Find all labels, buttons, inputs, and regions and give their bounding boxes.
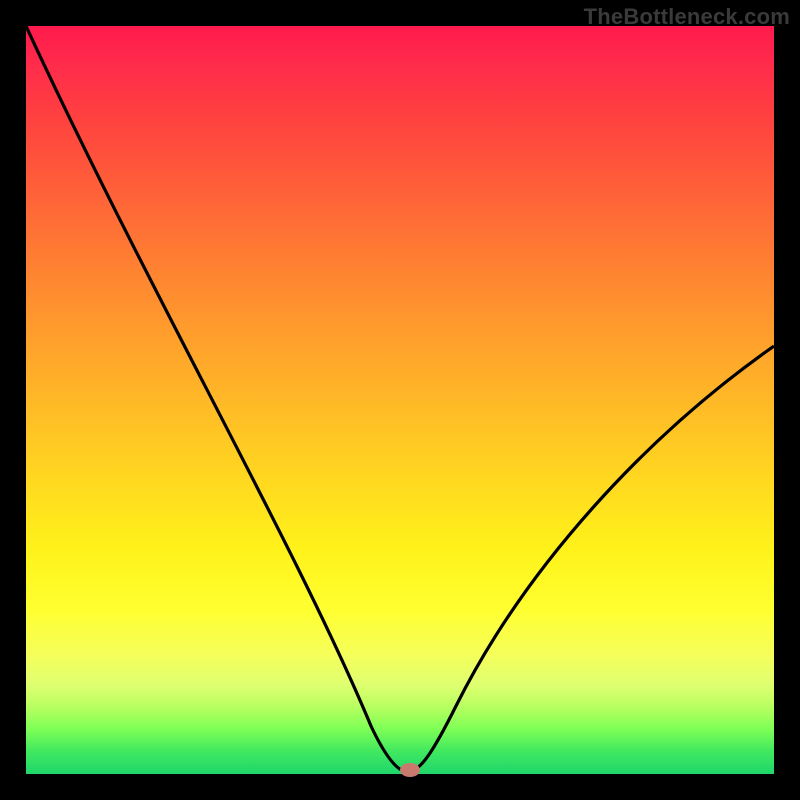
vertex-marker <box>400 763 420 777</box>
bottleneck-curve <box>26 26 774 774</box>
plot-area <box>26 26 774 774</box>
curve-right <box>408 346 774 772</box>
chart-frame: TheBottleneck.com <box>0 0 800 800</box>
curve-left <box>26 26 408 772</box>
